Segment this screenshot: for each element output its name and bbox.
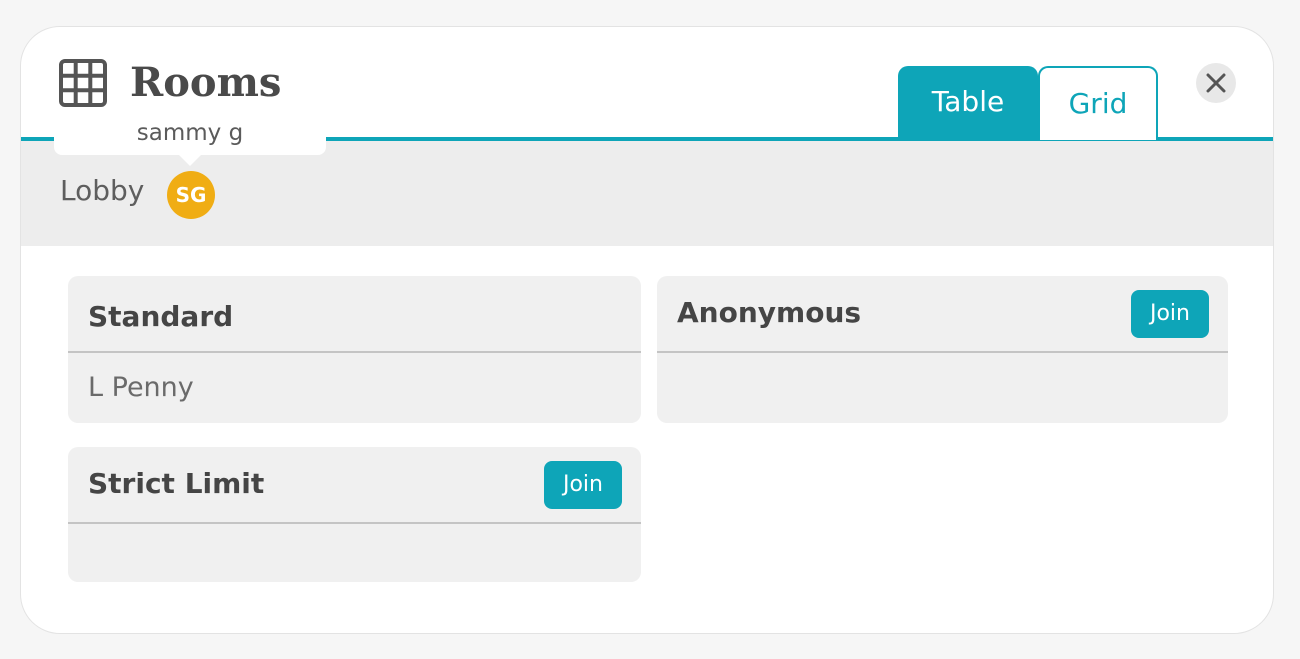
lobby-label: Lobby [60,174,145,207]
room-name: Strict Limit [88,467,265,500]
join-button[interactable]: Join [1131,290,1209,338]
room-card-strict-limit: Strict Limit Join [68,447,641,582]
avatar-tooltip: sammy g [54,115,326,166]
grid-icon [59,59,107,107]
room-card-header: Strict Limit Join [68,447,641,524]
close-icon [1206,73,1226,93]
room-member: L Penny [88,372,194,403]
room-name: Anonymous [677,296,862,329]
close-button[interactable] [1196,63,1236,103]
room-name: Standard [88,300,234,333]
join-button[interactable]: Join [544,461,622,509]
tab-table[interactable]: Table [898,66,1038,140]
room-card-header: Anonymous Join [657,276,1228,353]
avatar[interactable]: SG [167,171,215,219]
rooms-modal: Rooms Table Grid Lobby SG sammy g Standa… [20,26,1274,634]
room-card-standard: Standard L Penny [68,276,641,423]
room-card-header: Standard [68,276,641,353]
page-title: Rooms [130,59,282,106]
room-card-anonymous: Anonymous Join [657,276,1228,423]
tab-grid[interactable]: Grid [1038,66,1158,140]
